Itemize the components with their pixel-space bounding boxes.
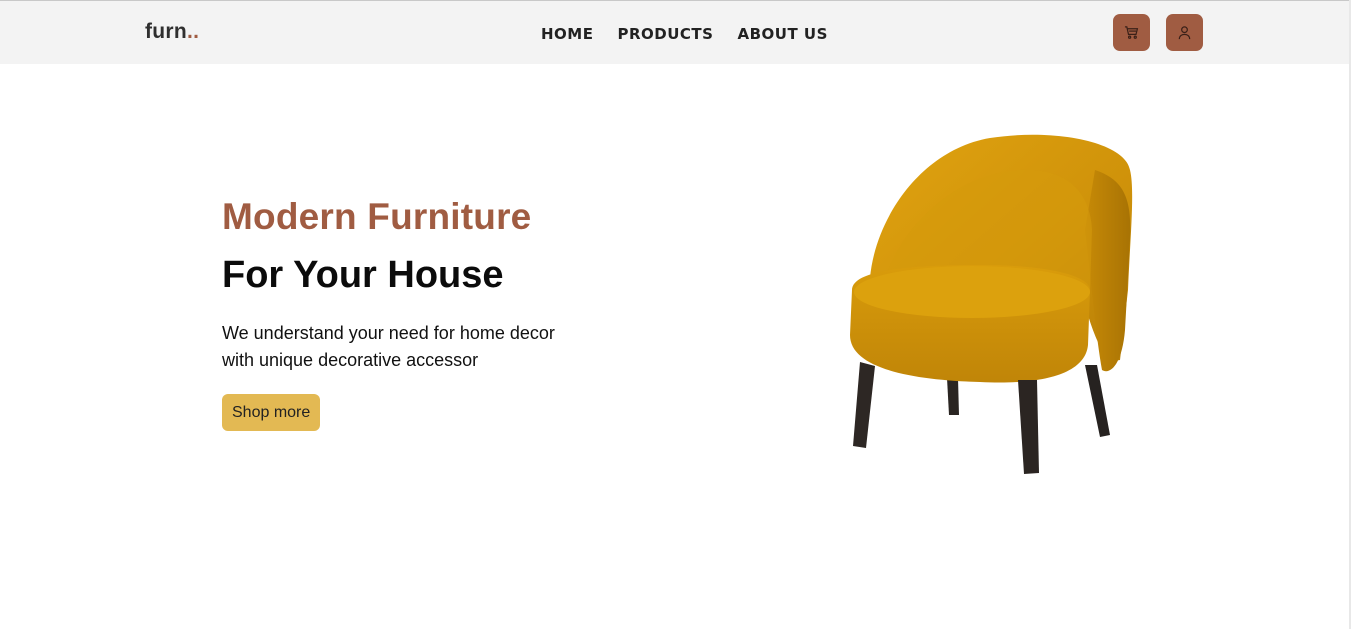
hero-subtitle: For Your House xyxy=(222,254,504,296)
hero-description: We understand your need for home decor w… xyxy=(222,323,555,370)
armchair-image xyxy=(850,134,1133,474)
hero-image xyxy=(840,130,1140,480)
user-button[interactable] xyxy=(1166,14,1203,51)
logo-dots: .. xyxy=(187,20,200,43)
logo-text: furn xyxy=(145,20,188,43)
nav-link-about-us[interactable]: ABOUT US xyxy=(737,25,827,43)
cart-icon xyxy=(1124,26,1139,39)
hero-section: Modern Furniture For Your House We under… xyxy=(222,196,582,431)
navbar: furn.. HOME PRODUCTS ABOUT US xyxy=(0,1,1349,64)
hero-title: Modern Furniture xyxy=(222,196,532,237)
shop-more-button[interactable]: Shop more xyxy=(222,394,321,431)
cart-button[interactable] xyxy=(1113,14,1150,51)
logo[interactable]: furn.. xyxy=(145,20,199,44)
nav-link-home[interactable]: HOME xyxy=(541,25,593,43)
main-nav: HOME PRODUCTS ABOUT US xyxy=(541,25,828,43)
nav-link-products[interactable]: PRODUCTS xyxy=(617,25,713,43)
user-icon xyxy=(1178,26,1191,40)
